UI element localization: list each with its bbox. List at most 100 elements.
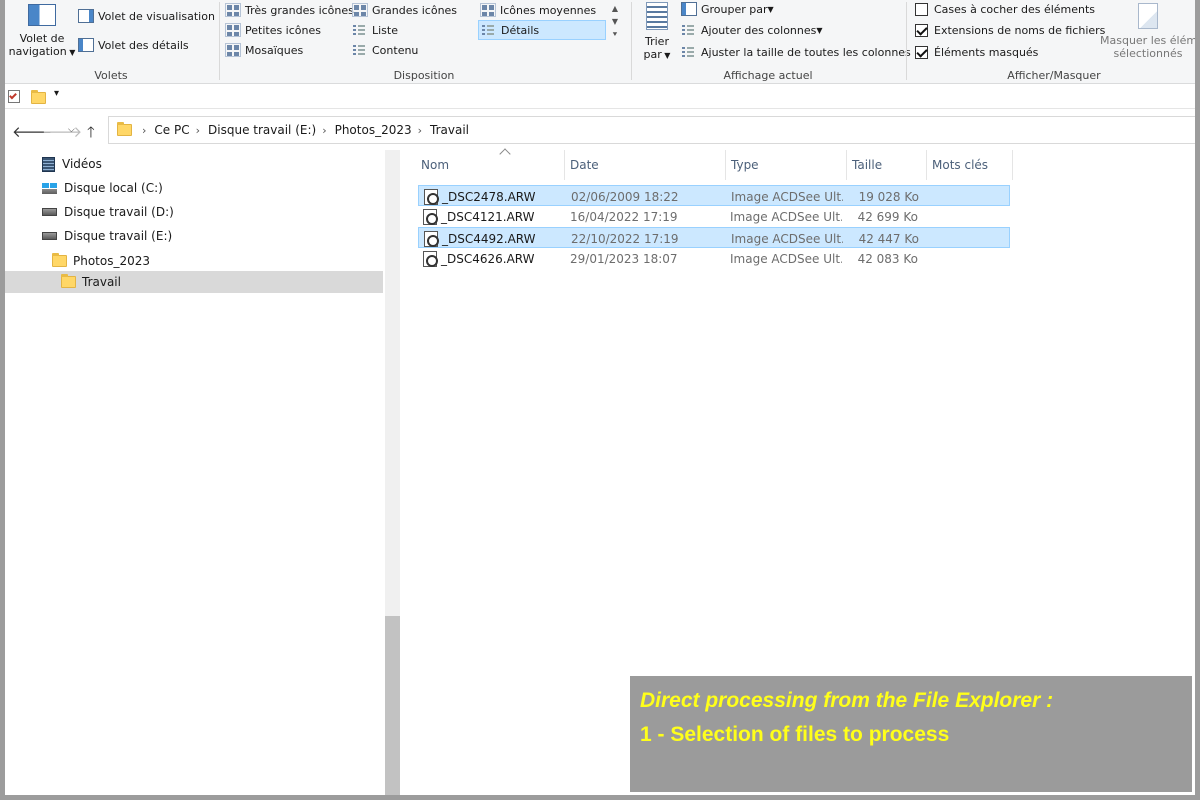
caption-title: Direct processing from the File Explorer… — [640, 689, 1054, 712]
layout-tiles[interactable]: Mosaïques — [225, 41, 303, 59]
file-row[interactable]: _DSC2478.ARW 02/06/2009 18:22 Image ACDS… — [418, 185, 1010, 206]
layout-label: Détails — [501, 23, 540, 37]
content-icon — [352, 43, 368, 57]
ribbon-group-title-affichage: Affichage actuel — [723, 69, 813, 82]
sort-icon — [646, 2, 668, 30]
address-row: 🡐 🡒 ⌵ 🡑 › Ce PC › Disque travail (E:) › … — [0, 112, 1200, 148]
column-header-name[interactable]: Nom — [416, 148, 565, 180]
file-date: 22/10/2022 17:19 — [571, 231, 679, 246]
ribbon-group-affichage: Trier par ▼ Grouper par ▼ Ajouter des co… — [633, 0, 911, 84]
nav-item-travail[interactable]: Travail — [5, 271, 383, 293]
ribbon-group-disposition: Très grandes icônes Grandes icônes Icône… — [221, 0, 627, 84]
navigation-pane-icon — [28, 4, 56, 26]
breadcrumb-item[interactable]: Photos_2023 — [335, 123, 412, 137]
column-header-size[interactable]: Taille — [847, 150, 927, 180]
properties-icon[interactable] — [8, 90, 20, 103]
add-columns-label: Ajouter des colonnes — [701, 23, 817, 37]
checkbox[interactable] — [915, 2, 928, 16]
file-type: Image ACDSee Ult... — [730, 209, 842, 224]
file-size: 42 699 Ko — [857, 209, 918, 224]
nav-item-drive-d[interactable]: Disque travail (D:) — [42, 201, 174, 223]
tutorial-caption: Direct processing from the File Explorer… — [630, 676, 1192, 792]
dropdown-caret-icon: ▼ — [767, 4, 774, 14]
navigation-pane-button[interactable]: Volet de navigation ▼ — [7, 2, 77, 64]
up-arrow-icon[interactable]: 🡑 — [87, 122, 95, 147]
extra-large-icons-icon — [225, 3, 241, 17]
address-bar[interactable]: › Ce PC › Disque travail (E:) › Photos_2… — [108, 116, 1200, 144]
recent-locations-chevron-icon[interactable]: ⌵ — [68, 125, 75, 135]
file-size: 42 447 Ko — [858, 231, 919, 246]
preview-pane-icon — [78, 9, 94, 23]
column-header-keywords[interactable]: Mots clés — [927, 150, 1013, 180]
item-checkboxes-toggle[interactable]: Cases à cocher des éléments — [915, 0, 1095, 18]
layout-content[interactable]: Contenu — [352, 41, 418, 59]
breadcrumb-chevron-icon[interactable]: › — [142, 124, 146, 137]
scrollbar-thumb[interactable] — [385, 616, 400, 795]
file-row[interactable]: _DSC4121.ARW 16/04/2022 17:19 Image ACDS… — [418, 206, 1010, 227]
new-folder-icon[interactable] — [31, 90, 46, 104]
breadcrumb-chevron-icon[interactable]: › — [322, 124, 326, 137]
ribbon-group-title-volets: Volets — [94, 69, 128, 82]
layout-label: Icônes moyennes — [500, 3, 597, 17]
dropdown-caret-icon: ▼ — [816, 25, 823, 35]
nav-item-photos-2023[interactable]: Photos_2023 — [52, 250, 150, 272]
layout-list[interactable]: Liste — [352, 21, 398, 39]
scroll-down-icon[interactable]: ▼ — [609, 15, 621, 28]
caption-step: 1 - Selection of files to process — [640, 723, 950, 746]
file-date: 02/06/2009 18:22 — [571, 189, 679, 204]
column-header-label: Nom — [421, 158, 450, 172]
nav-item-label: Vidéos — [62, 157, 102, 171]
layout-details[interactable]: Détails — [478, 20, 606, 40]
preview-pane-button[interactable]: Volet de visualisation — [78, 7, 215, 25]
breadcrumb-chevron-icon[interactable]: › — [196, 124, 200, 137]
layout-label: Petites icônes — [245, 23, 321, 37]
file-type: Image ACDSee Ult... — [730, 251, 842, 266]
hide-selected-button[interactable]: Masquer les éléme sélectionnés — [1096, 0, 1200, 64]
forward-arrow-icon[interactable]: 🡒 — [42, 122, 82, 141]
file-row[interactable]: _DSC4492.ARW 22/10/2022 17:19 Image ACDS… — [418, 227, 1010, 248]
group-by-button[interactable]: Grouper par ▼ — [681, 0, 774, 18]
layout-medium-icons[interactable]: Icônes moyennes — [480, 1, 596, 19]
layout-large-icons[interactable]: Grandes icônes — [352, 1, 457, 19]
hide-selected-label-1: Masquer les éléme — [1100, 34, 1200, 47]
add-columns-button[interactable]: Ajouter des colonnes ▼ — [681, 21, 823, 39]
details-icon — [481, 23, 497, 37]
checkbox[interactable] — [915, 45, 928, 59]
column-header-date[interactable]: Date — [565, 150, 726, 180]
checkbox[interactable] — [915, 23, 928, 37]
folder-icon — [61, 274, 76, 288]
column-header-type[interactable]: Type — [726, 150, 847, 180]
sort-label-1: Trier — [645, 35, 669, 48]
file-row[interactable]: _DSC4626.ARW 29/01/2023 18:07 Image ACDS… — [418, 248, 1010, 269]
breadcrumb-item[interactable]: Ce PC — [154, 123, 189, 137]
layout-small-icons[interactable]: Petites icônes — [225, 21, 321, 39]
details-pane-button[interactable]: Volet des détails — [78, 36, 189, 54]
breadcrumb-item[interactable]: Travail — [430, 123, 469, 137]
raw-image-file-icon — [423, 208, 438, 225]
sort-by-button[interactable]: Trier par ▼ — [639, 0, 675, 64]
ribbon-group-title-afficher: Afficher/Masquer — [1007, 69, 1101, 82]
hidden-items-toggle[interactable]: Éléments masqués — [915, 43, 1038, 61]
small-icons-icon — [225, 23, 241, 37]
scroll-up-icon[interactable]: ▲ — [609, 2, 621, 15]
add-columns-icon — [681, 23, 697, 37]
layout-scroll[interactable]: ▲ ▼ ⯆ — [609, 2, 621, 58]
file-extensions-toggle[interactable]: Extensions de noms de fichiers — [915, 21, 1105, 39]
file-date: 16/04/2022 17:19 — [570, 209, 678, 224]
nav-item-drive-c[interactable]: Disque local (C:) — [42, 177, 163, 199]
fit-columns-button[interactable]: Ajuster la taille de toutes les colonnes — [681, 43, 911, 61]
breadcrumb-chevron-icon[interactable]: › — [418, 124, 422, 137]
expand-gallery-icon[interactable]: ⯆ — [609, 28, 621, 41]
nav-item-drive-e[interactable]: Disque travail (E:) — [42, 225, 172, 247]
layout-extra-large-icons[interactable]: Très grandes icônes — [225, 1, 354, 19]
nav-pane-scrollbar[interactable] — [385, 150, 400, 795]
column-header-label: Type — [731, 158, 759, 172]
raw-image-file-icon — [424, 188, 439, 205]
breadcrumb-item[interactable]: Disque travail (E:) — [208, 123, 316, 137]
layout-label: Grandes icônes — [372, 3, 458, 17]
customize-toolbar-icon[interactable]: ▾ — [54, 88, 59, 99]
nav-item-videos[interactable]: Vidéos — [42, 153, 102, 175]
fit-columns-label: Ajuster la taille de toutes les colonnes — [701, 45, 911, 59]
file-name: _DSC4492.ARW — [442, 231, 536, 246]
checkbox-label: Éléments masqués — [934, 45, 1039, 59]
